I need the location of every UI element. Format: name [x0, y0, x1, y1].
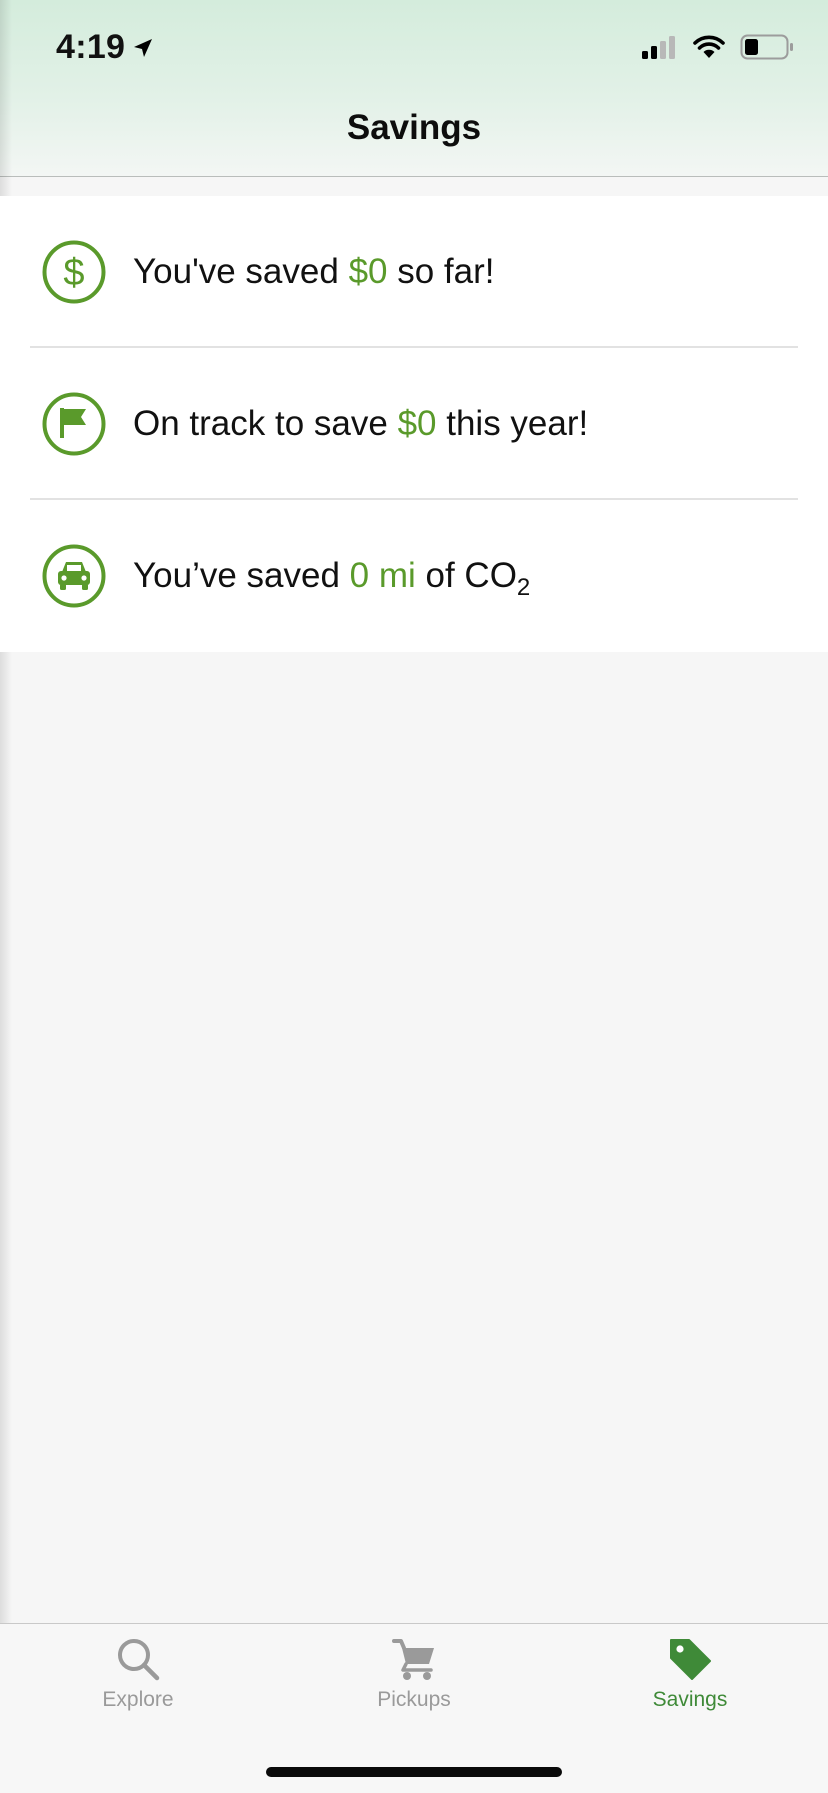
- tab-pickups-label: Pickups: [377, 1688, 451, 1711]
- battery-icon: [740, 34, 793, 60]
- status-time: 4:19: [56, 28, 155, 67]
- tag-icon: [670, 1639, 711, 1680]
- co2-savings-suffix: of CO: [415, 556, 517, 595]
- co2-subscript: 2: [516, 574, 531, 601]
- savings-to-date-suffix: so far!: [387, 252, 495, 291]
- cellular-signal-icon: [642, 36, 675, 59]
- yearly-projection-row: On track to save $0 this year!: [0, 348, 828, 500]
- co2-savings-text: You’ve saved 0 mi of CO2: [133, 552, 530, 612]
- savings-to-date-row: $ You've saved $0 so far!: [0, 196, 828, 348]
- dollar-circle-icon: $: [42, 240, 106, 304]
- tab-explore[interactable]: Explore: [0, 1636, 276, 1736]
- tab-bar: Explore Pickups Savings: [0, 1623, 828, 1793]
- search-icon: [118, 1639, 160, 1681]
- location-arrow-icon: [134, 38, 153, 57]
- status-time-text: 4:19: [56, 28, 126, 66]
- co2-savings-prefix: You’ve saved: [133, 556, 350, 595]
- yearly-projection-suffix: this year!: [436, 404, 589, 443]
- yearly-projection-text: On track to save $0 this year!: [133, 400, 588, 448]
- svg-text:$: $: [63, 252, 84, 294]
- yearly-projection-value: $0: [397, 404, 437, 443]
- cart-icon: [392, 1639, 434, 1680]
- tab-pickups[interactable]: Pickups: [276, 1636, 552, 1736]
- page-title: Savings: [346, 108, 482, 147]
- savings-to-date-value: $0: [348, 252, 388, 291]
- status-indicators: [640, 34, 794, 60]
- tab-explore-label: Explore: [102, 1688, 174, 1711]
- savings-summary-card: $ You've saved $0 so far! On track to sa…: [0, 196, 828, 652]
- co2-savings-row: You’ve saved 0 mi of CO2: [0, 500, 828, 652]
- tab-savings[interactable]: Savings: [552, 1636, 828, 1736]
- home-indicator[interactable]: [266, 1767, 562, 1777]
- navigation-header: 4:19 Savings: [0, 0, 828, 177]
- savings-to-date-prefix: You've saved: [133, 252, 349, 291]
- savings-to-date-text: You've saved $0 so far!: [133, 248, 494, 296]
- car-circle-icon: [42, 544, 106, 608]
- wifi-icon: [693, 35, 725, 58]
- yearly-projection-prefix: On track to save: [133, 404, 398, 443]
- co2-savings-value: 0 mi: [349, 556, 416, 595]
- flag-circle-icon: [42, 392, 106, 456]
- tab-savings-label: Savings: [652, 1688, 728, 1711]
